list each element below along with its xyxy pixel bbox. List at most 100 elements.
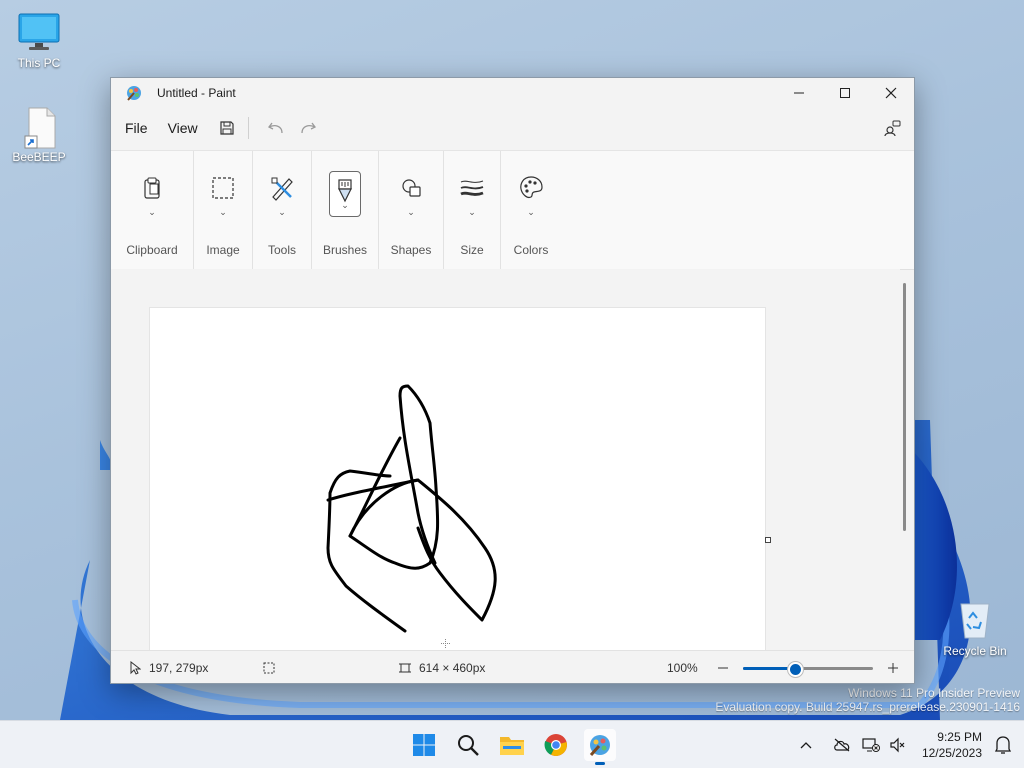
status-bar: 197, 279px 614 × 460px 100% — [111, 650, 914, 683]
file-shortcut-icon — [17, 106, 61, 149]
drawing-strokes — [326, 384, 497, 633]
desktop-icon-label: BeeBEEP — [12, 150, 66, 164]
undo-icon — [267, 122, 283, 134]
desktop-icon-beebeep[interactable]: BeeBEEP — [4, 106, 74, 164]
canvas-workspace[interactable] — [111, 269, 900, 650]
volume-button[interactable] — [884, 737, 910, 753]
selection-size-status — [263, 651, 275, 683]
selection-size-icon — [263, 662, 275, 673]
pointer-icon — [130, 660, 141, 675]
chevron-down-icon: ⌄ — [527, 207, 535, 217]
stroke-2 — [326, 478, 497, 622]
bell-icon — [994, 736, 1012, 754]
cursor-position-text: 197, 279px — [149, 660, 209, 675]
ribbon-group-clipboard[interactable]: ⌄ Clipboard — [111, 151, 194, 269]
canvas-size-icon — [399, 663, 411, 672]
close-button[interactable] — [868, 78, 914, 108]
brush-icon: ⌄ — [329, 171, 361, 217]
stroke-4 — [348, 384, 440, 570]
chrome-button[interactable] — [540, 729, 572, 761]
undo-button[interactable] — [263, 115, 289, 141]
watermark-line-1: Windows 11 Pro Insider Preview — [848, 686, 1020, 700]
zoom-slider-thumb[interactable] — [788, 662, 803, 677]
cursor-position-status: 197, 279px — [129, 651, 209, 683]
ribbon-group-image[interactable]: ⌄ Image — [194, 151, 253, 269]
canvas-size-status: 614 × 460px — [399, 651, 486, 683]
taskbar: 9:25 PM 12/25/2023 — [0, 720, 1024, 768]
size-icon — [455, 171, 489, 205]
drawing-canvas[interactable] — [150, 308, 765, 650]
clock-date: 12/25/2023 — [921, 746, 982, 760]
zoom-in-button[interactable] — [887, 651, 899, 683]
ribbon-group-label: Colors — [513, 243, 549, 257]
redo-icon — [301, 122, 316, 134]
zoom-slider[interactable] — [743, 651, 873, 683]
network-button[interactable] — [858, 737, 884, 753]
ribbon-group-tools[interactable]: ⌄ Tools — [253, 151, 312, 269]
title-bar[interactable]: Untitled - Paint — [111, 78, 914, 108]
chevron-down-icon: ⌄ — [468, 207, 476, 217]
zoom-out-button[interactable] — [717, 651, 729, 683]
taskbar-search-button[interactable] — [452, 729, 484, 761]
chevron-up-icon — [800, 742, 812, 749]
ribbon-group-label: Tools — [267, 243, 296, 257]
account-icon — [884, 120, 901, 137]
clock-time: 9:25 PM — [937, 730, 982, 744]
canvas-resize-handle[interactable] — [765, 537, 771, 543]
speaker-muted-icon — [890, 737, 905, 753]
ribbon: ⌄ Clipboard ⌄ Image ⌄ Tools ⌄ Brushes ⌄ … — [111, 150, 914, 270]
menu-bar: File View — [111, 108, 914, 148]
canvas-cursor — [441, 635, 450, 648]
desktop-icon-this-pc[interactable]: This PC — [4, 12, 74, 70]
start-button[interactable] — [408, 729, 440, 761]
ribbon-group-colors[interactable]: ⌄ Colors — [501, 151, 561, 269]
network-icon — [862, 738, 880, 752]
chevron-down-icon: ⌄ — [341, 199, 349, 210]
vertical-scrollbar[interactable] — [903, 283, 906, 531]
canvas-size-text: 614 × 460px — [419, 660, 486, 675]
ribbon-group-shapes[interactable]: ⌄ Shapes — [379, 151, 444, 269]
save-button[interactable] — [214, 115, 240, 141]
desktop-icon-recycle-bin[interactable]: Recycle Bin — [940, 600, 1010, 658]
menu-file[interactable]: File — [115, 116, 158, 140]
minimize-button[interactable] — [776, 78, 822, 108]
paint-window: Untitled - Paint File View ⌄ Clipboard ⌄… — [110, 77, 915, 684]
ribbon-group-size[interactable]: ⌄ Size — [444, 151, 501, 269]
maximize-button[interactable] — [822, 78, 868, 108]
paint-icon — [589, 735, 610, 756]
shapes-icon — [394, 171, 428, 205]
window-title: Untitled - Paint — [157, 86, 236, 100]
plus-icon — [888, 662, 898, 673]
ribbon-group-brushes[interactable]: ⌄ Brushes — [312, 151, 379, 269]
toolbar-divider — [247, 117, 249, 139]
account-settings-button[interactable] — [880, 115, 906, 141]
chrome-icon — [544, 734, 567, 756]
stroke-1 — [326, 469, 407, 633]
file-explorer-button[interactable] — [496, 729, 528, 761]
desktop-icon-label: This PC — [17, 56, 61, 70]
file-explorer-icon — [500, 737, 524, 755]
close-icon — [885, 87, 897, 99]
selection-icon — [206, 171, 240, 205]
taskbar-clock[interactable]: 9:25 PM 12/25/2023 — [922, 729, 982, 761]
paint-taskbar-button[interactable] — [584, 729, 616, 765]
ribbon-group-label: Size — [460, 243, 484, 257]
cloud-offline-icon — [834, 738, 850, 752]
zoom-slider-fill — [743, 667, 794, 670]
desktop-icon-label: Recycle Bin — [943, 644, 1007, 658]
menu-view[interactable]: View — [158, 116, 208, 140]
clipboard-icon — [135, 171, 169, 205]
chevron-down-icon: ⌄ — [148, 207, 156, 217]
search-icon — [458, 735, 479, 756]
system-tray — [796, 721, 910, 768]
minus-icon — [718, 667, 728, 668]
chevron-down-icon: ⌄ — [219, 207, 227, 217]
notifications-button[interactable] — [994, 735, 1012, 760]
redo-button[interactable] — [295, 115, 321, 141]
paint-app-icon — [125, 84, 143, 102]
active-app-indicator — [595, 762, 605, 765]
onedrive-button[interactable] — [826, 738, 858, 752]
show-hidden-icons-button[interactable] — [796, 741, 816, 749]
evaluation-watermark: Windows 11 Pro Insider Preview Evaluatio… — [715, 686, 1020, 714]
maximize-icon — [840, 88, 850, 98]
